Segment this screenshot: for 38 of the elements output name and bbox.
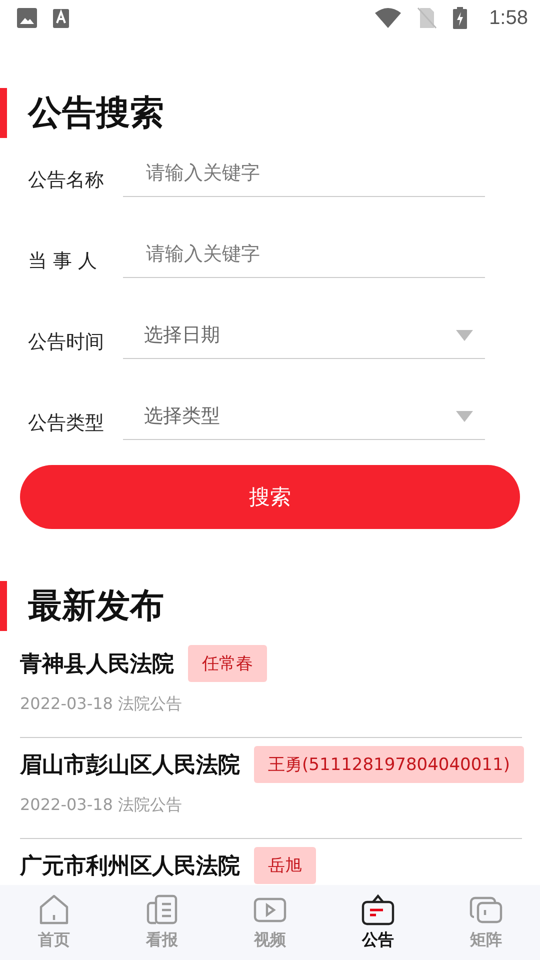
newspaper-icon [145,894,179,926]
section-marker [0,581,7,631]
party-tag: 任常春 [188,645,267,682]
section-marker [0,88,7,138]
field-label: 公告名称 [28,168,105,192]
section-title: 公告搜索 [28,92,164,135]
dropdown-caret-icon [456,330,473,340]
battery-charging-icon [453,7,468,29]
select-field[interactable]: 选择类型 [123,394,485,440]
notice-board-icon [361,894,395,926]
nav-tab[interactable]: 首页 [0,885,108,960]
home-icon [37,894,71,926]
search-button[interactable]: 搜索 [20,465,520,529]
court-name: 青神县人民法院 [20,650,174,678]
field-label: 当 事 人 [28,248,98,274]
notice-meta: 2022-03-18 法院公告 [20,694,184,715]
field-label: 公告类型 [28,410,105,436]
status-time: 1:58 [489,6,528,30]
nav-tab[interactable]: 视频 [216,885,324,960]
nav-tab[interactable]: 看报 [108,885,216,960]
image-icon [17,8,37,28]
nav-tab[interactable]: 矩阵 [432,885,540,960]
party-tag: 岳旭 [254,847,316,884]
stacked-windows-icon [469,894,503,926]
court-name: 眉山市彭山区人民法院 [20,752,240,780]
court-name: 广元市利州区人民法院 [20,852,240,880]
nav-tab[interactable]: 公告 [324,885,432,960]
no-sim-icon [417,7,438,29]
select-field[interactable]: 选择日期 [123,312,485,358]
font-icon [53,8,69,28]
dropdown-caret-icon [456,410,473,422]
notice-meta: 2022-03-18 法院公告 [20,795,184,816]
party-tag: 王勇(511128197804040011) [254,746,524,783]
section-title: 最新发布 [28,585,164,628]
input-field[interactable]: 请输入关键字 [144,161,473,185]
wifi-icon [375,8,402,28]
field-label: 公告时间 [28,330,105,354]
input-field[interactable]: 请输入关键字 [144,242,473,266]
